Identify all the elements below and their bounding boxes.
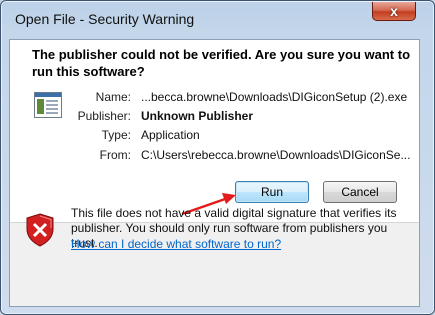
from-value: C:\Users\rebecca.browne\Downloads\DIGico… [141, 148, 411, 162]
name-value: ...becca.browne\Downloads\DIGiconSetup (… [141, 90, 408, 104]
window-title: Open File - Security Warning [15, 11, 195, 27]
run-button[interactable]: Run [235, 181, 309, 203]
publisher-value: Unknown Publisher [141, 109, 254, 123]
help-link[interactable]: How can I decide what software to run? [71, 237, 281, 251]
warning-heading: The publisher could not be verified. Are… [32, 47, 411, 79]
type-label: Type: [101, 128, 131, 142]
close-icon: x [390, 3, 398, 19]
dialog-window: Open File - Security Warning x The publi… [0, 0, 435, 315]
dialog-body: The publisher could not be verified. Are… [9, 39, 420, 307]
from-label: From: [99, 148, 131, 162]
publisher-label: Publisher: [77, 109, 131, 123]
name-label: Name: [95, 90, 131, 104]
close-button[interactable]: x [372, 2, 416, 21]
shield-error-icon [26, 213, 54, 247]
cancel-button[interactable]: Cancel [323, 181, 397, 203]
type-value: Application [141, 128, 200, 142]
